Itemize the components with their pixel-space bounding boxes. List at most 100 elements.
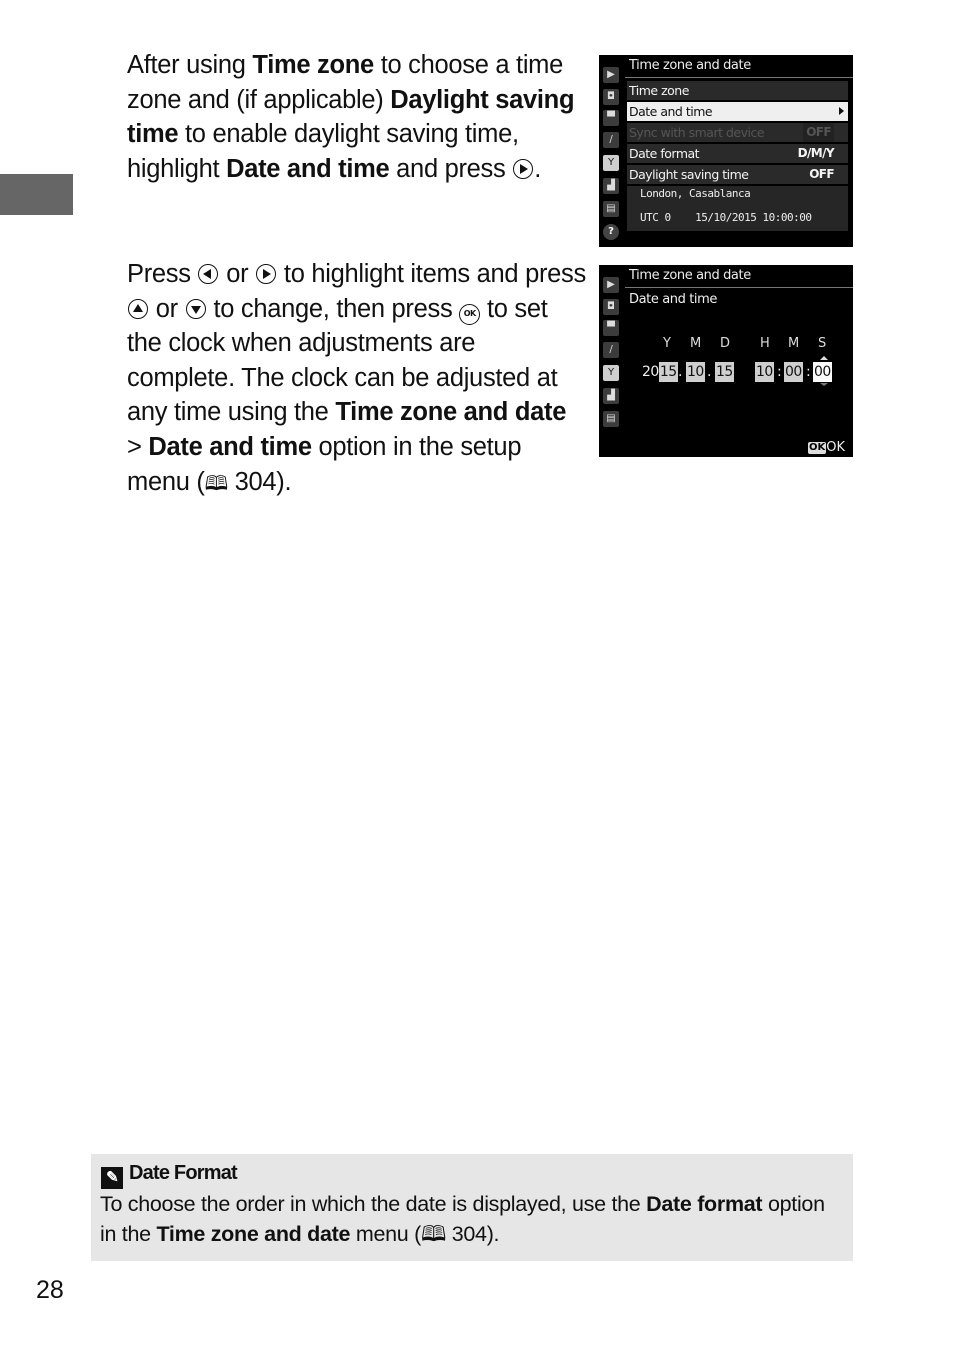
pencil-icon: ✎ <box>101 1167 123 1189</box>
text: menu ( <box>350 1222 421 1246</box>
second-field[interactable]: 00 <box>813 362 832 382</box>
retouch-icon: ▟ <box>603 178 619 194</box>
pencil-icon: / <box>603 342 619 358</box>
term-time-zone-and-date: Time zone and date <box>335 398 567 427</box>
book-icon: 🕮 <box>420 1222 447 1246</box>
menu-item-label: Time zone <box>629 83 689 98</box>
minute-value: 00 <box>784 362 803 382</box>
menu-sidebar: ▶ ◘ ▀ / Y ▟ ▤ ? <box>599 55 623 247</box>
note-body: To choose the order in which the date is… <box>100 1189 845 1249</box>
help-icon: ? <box>603 224 619 240</box>
screen-subtitle: Date and time <box>629 292 717 307</box>
text: . <box>534 154 542 183</box>
menu-item-daylight-saving[interactable]: Daylight saving time OFF <box>627 165 848 184</box>
text: To choose the order in which the date is… <box>100 1192 647 1216</box>
city-label: London, Casablanca <box>640 187 751 200</box>
minute-label: M <box>788 336 800 351</box>
ok-button-icon: OK <box>807 442 827 454</box>
text: Press <box>127 260 198 288</box>
ok-hint[interactable]: OKOK <box>807 440 845 455</box>
camera-screen-time-zone-menu: ▶ ◘ ▀ / Y ▟ ▤ ? Time zone and date Time … <box>599 55 853 247</box>
camera-icon: ◘ <box>603 89 619 105</box>
text: After using <box>127 51 253 79</box>
movie-icon: ▀ <box>603 110 619 126</box>
year-label: Y <box>663 336 671 351</box>
menu-item-date-and-time[interactable]: Date and time <box>627 102 848 121</box>
minute-field[interactable]: 00 <box>784 362 803 382</box>
multi-selector-right-icon <box>513 158 534 179</box>
month-field[interactable]: 10 <box>686 362 705 382</box>
page-number: 28 <box>36 1276 64 1304</box>
menu-sidebar: ▶ ◘ ▀ / Y ▟ ▤ <box>599 265 623 457</box>
submenu-arrow-icon <box>839 107 844 115</box>
pencil-icon: / <box>603 132 619 148</box>
ok-label: OK <box>826 440 845 455</box>
year-value: 15 <box>658 362 678 382</box>
menu-item-date-format[interactable]: Date format D/M/Y <box>627 144 848 163</box>
multi-selector-down-icon <box>185 298 206 319</box>
divider <box>625 287 853 288</box>
movie-icon: ▀ <box>603 320 619 336</box>
text: > <box>127 432 149 461</box>
text: and press <box>389 154 513 183</box>
increment-arrow-icon <box>820 356 828 360</box>
second-label: S <box>818 336 827 351</box>
text: or <box>149 294 185 323</box>
month-label: M <box>690 336 702 351</box>
menu-item-sync-smart-device[interactable]: Sync with smart device OFF <box>627 123 848 142</box>
note-date-format: ✎ Date Format To choose the order in whic… <box>91 1154 853 1261</box>
term-time-zone: Time zone <box>252 51 374 79</box>
wrench-icon: Y <box>603 365 619 381</box>
year-prefix: 20 <box>642 364 659 380</box>
time-separator: : <box>806 364 811 380</box>
multi-selector-up-icon <box>128 298 148 319</box>
day-value: 15 <box>715 362 734 382</box>
book-icon: 🕮 <box>204 472 229 495</box>
chapter-tab <box>0 174 73 215</box>
utc-datetime: UTC 0 15/10/2015 10:00:00 <box>640 211 812 224</box>
menu-item-value: OFF <box>803 123 834 142</box>
page-reference: 304). <box>227 467 292 496</box>
decrement-arrow-icon <box>820 383 828 386</box>
screen-title: Time zone and date <box>629 58 751 73</box>
menu-item-label: Date format <box>629 146 700 161</box>
time-separator: : <box>777 364 782 380</box>
page-reference: 304). <box>446 1222 500 1246</box>
date-separator: . <box>707 364 712 380</box>
term-time-zone-and-date: Time zone and date <box>156 1222 351 1246</box>
hour-field[interactable]: 10 <box>755 362 774 382</box>
my-menu-icon: ▤ <box>603 201 619 217</box>
term-date-and-time: Date and time <box>148 432 312 461</box>
menu-item-value: OFF <box>809 167 834 181</box>
divider <box>625 77 853 78</box>
text: to highlight items and press <box>277 260 586 288</box>
menu-item-value: D/M/Y <box>797 146 835 160</box>
ok-button-icon: OK <box>459 303 481 325</box>
term-date-format: Date format <box>646 1192 763 1216</box>
playback-icon: ▶ <box>603 277 619 293</box>
menu-item-time-zone[interactable]: Time zone <box>627 81 848 100</box>
utc-offset: UTC 0 <box>640 211 671 224</box>
day-field[interactable]: 15 <box>715 362 734 382</box>
note-heading: ✎ Date Format <box>101 1162 238 1189</box>
instruction-paragraph-2: Press or to highlight items and press or… <box>127 257 587 501</box>
wrench-icon: Y <box>603 155 619 171</box>
menu-item-label: Date and time <box>629 104 713 119</box>
retouch-icon: ▟ <box>603 388 619 404</box>
text: or <box>219 260 256 288</box>
month-value: 10 <box>686 362 705 382</box>
day-label: D <box>720 336 731 351</box>
text: to change, then press <box>206 294 460 323</box>
term-date-and-time: Date and time <box>226 154 390 183</box>
time-zone-info: London, Casablanca UTC 0 15/10/2015 10:0… <box>627 186 848 231</box>
year-field[interactable]: 2015 <box>642 362 678 382</box>
date-separator: . <box>678 364 683 380</box>
current-datetime: 15/10/2015 10:00:00 <box>695 211 812 224</box>
my-menu-icon: ▤ <box>603 411 619 427</box>
camera-icon: ◘ <box>603 299 619 315</box>
multi-selector-right-icon <box>256 264 277 284</box>
multi-selector-left-icon <box>198 264 219 284</box>
menu-item-label: Daylight saving time <box>629 167 749 182</box>
hour-value: 10 <box>755 362 774 382</box>
menu-item-label: Sync with smart device <box>629 125 765 140</box>
